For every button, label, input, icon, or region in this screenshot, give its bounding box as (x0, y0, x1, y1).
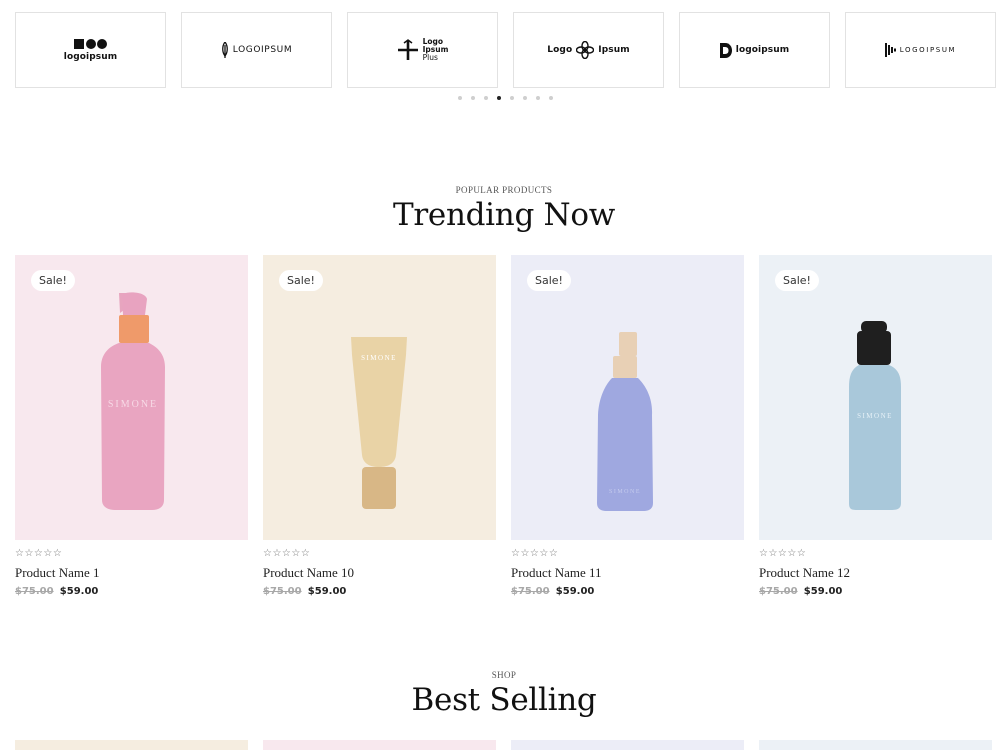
sale-badge: Sale! (31, 270, 75, 291)
old-price: $75.00 (15, 586, 54, 597)
sale-badge: Sale! (775, 270, 819, 291)
product-name[interactable]: Product Name 11 (511, 565, 744, 581)
logo-text-line-3: Plus (422, 53, 438, 62)
rating-stars-icon: ☆☆☆☆☆ (759, 548, 807, 559)
product-card[interactable]: SIMONE Sale! ☆☆☆☆☆ Product Name 1 $75.00… (15, 255, 248, 597)
old-price: $75.00 (759, 586, 798, 597)
product-price: $75.00 $59.00 (759, 586, 992, 597)
d-mark-icon (719, 42, 732, 58)
sale-badge: Sale! (527, 270, 571, 291)
product-image[interactable]: SIMONE Sale! (15, 255, 248, 540)
product-image[interactable]: SIMONE Sale! (511, 255, 744, 540)
svg-text:SIMONE: SIMONE (857, 412, 893, 420)
squares-circles-icon (73, 38, 107, 49)
old-price: $75.00 (511, 586, 550, 597)
logo-carousel: logoipsum LOGOIPSUM Logo Ipsum Plus Logo… (15, 12, 1000, 88)
sale-price: $59.00 (555, 586, 595, 597)
best-selling-title: Best Selling (411, 682, 597, 718)
logo-card-6[interactable]: LOGOIPSUM (845, 12, 996, 88)
logo-card-2[interactable]: LOGOIPSUM (181, 12, 332, 88)
carousel-dot[interactable] (457, 96, 462, 100)
carousel-dot[interactable] (496, 96, 501, 100)
product-name[interactable]: Product Name 1 (15, 565, 248, 581)
flower-icon (576, 41, 595, 59)
trending-title: Trending Now (393, 197, 615, 233)
logo-text-right: Ipsum (598, 45, 630, 55)
product-image[interactable] (15, 740, 248, 750)
sale-price: $59.00 (307, 586, 347, 597)
carousel-dot[interactable] (509, 96, 514, 100)
sale-price: $59.00 (803, 586, 843, 597)
product-card[interactable]: SIMONE Sale! ☆☆☆☆☆ Product Name 10 $75.0… (263, 255, 496, 597)
product-price: $75.00 $59.00 (263, 586, 496, 597)
product-name[interactable]: Product Name 12 (759, 565, 992, 581)
trending-eyebrow: POPULAR PRODUCTS (455, 185, 553, 195)
logo-card-1[interactable]: logoipsum (15, 12, 166, 88)
logo-text: LOGOIPSUM (899, 46, 957, 54)
product-price: $75.00 $59.00 (511, 586, 744, 597)
svg-text:SIMONE: SIMONE (108, 399, 158, 410)
product-image[interactable] (263, 740, 496, 750)
logo-text-left: Logo (547, 45, 573, 55)
svg-text:SIMONE: SIMONE (361, 354, 397, 362)
best-selling-eyebrow: SHOP (491, 670, 517, 680)
best-selling-grid (15, 740, 992, 750)
old-price: $75.00 (263, 586, 302, 597)
product-card[interactable]: SIMONE Sale! ☆☆☆☆☆ Product Name 11 $75.0… (511, 255, 744, 597)
trending-heading: POPULAR PRODUCTS Trending Now (0, 185, 1000, 233)
feather-icon (221, 42, 228, 58)
cross-arrow-icon (397, 39, 418, 60)
rating-stars-icon: ☆☆☆☆☆ (15, 548, 63, 559)
logo-text: LOGOIPSUM (232, 45, 293, 55)
rating-stars-icon: ☆☆☆☆☆ (511, 548, 559, 559)
logo-text: logoipsum (735, 45, 790, 55)
logo-card-5[interactable]: logoipsum (679, 12, 830, 88)
product-name[interactable]: Product Name 10 (263, 565, 496, 581)
rating-stars-icon: ☆☆☆☆☆ (263, 548, 311, 559)
carousel-dot[interactable] (483, 96, 488, 100)
bars-icon (884, 43, 896, 57)
product-image[interactable]: SIMONE Sale! (759, 255, 992, 540)
product-image[interactable] (759, 740, 992, 750)
carousel-dot[interactable] (522, 96, 527, 100)
product-image[interactable]: SIMONE Sale! (263, 255, 496, 540)
sale-price: $59.00 (59, 586, 99, 597)
product-image[interactable] (511, 740, 744, 750)
sale-badge: Sale! (279, 270, 323, 291)
carousel-pagination (0, 96, 1000, 100)
carousel-dot[interactable] (470, 96, 475, 100)
product-grid: SIMONE Sale! ☆☆☆☆☆ Product Name 1 $75.00… (15, 255, 992, 597)
best-selling-heading: SHOP Best Selling (0, 670, 1000, 718)
product-card[interactable]: SIMONE Sale! ☆☆☆☆☆ Product Name 12 $75.0… (759, 255, 992, 597)
carousel-dot[interactable] (548, 96, 553, 100)
svg-text:SIMONE: SIMONE (609, 489, 641, 495)
product-price: $75.00 $59.00 (15, 586, 248, 597)
logo-card-3[interactable]: Logo Ipsum Plus (347, 12, 498, 88)
logo-text: logoipsum (63, 51, 118, 62)
logo-card-4[interactable]: Logo Ipsum (513, 12, 664, 88)
carousel-dot[interactable] (535, 96, 540, 100)
